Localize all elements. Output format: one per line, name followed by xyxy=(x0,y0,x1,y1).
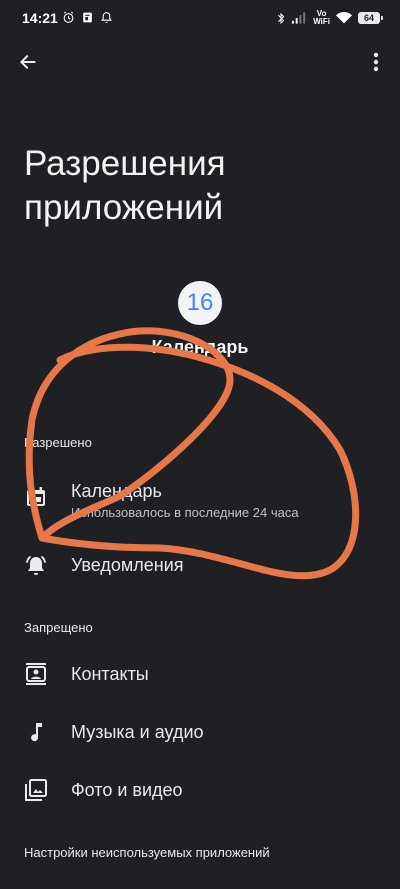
status-bar: 14:21 Vo WiFi 64 xyxy=(0,0,400,38)
permission-item-contacts[interactable]: Контакты xyxy=(0,646,400,702)
signal-icon xyxy=(292,12,306,24)
photos-icon xyxy=(25,779,47,801)
status-notification-icons xyxy=(62,11,113,24)
bell-icon xyxy=(26,556,46,575)
status-system-icons: Vo WiFi 64 xyxy=(276,10,383,26)
music-note-icon xyxy=(31,723,42,742)
calendar-icon xyxy=(27,487,45,506)
battery-indicator: 64 xyxy=(358,12,383,24)
section-header-allowed: Разрешено xyxy=(24,435,92,450)
back-button[interactable] xyxy=(14,48,42,76)
app-notification-icon xyxy=(83,12,92,23)
permission-label: Контакты xyxy=(71,664,149,684)
permission-label: Календарь xyxy=(71,481,162,501)
wifi-icon xyxy=(336,12,352,24)
more-vert-icon xyxy=(373,52,379,72)
permission-subtitle: Использовалось в последние 24 часа xyxy=(71,505,299,520)
permission-item-photos-video[interactable]: Фото и видео xyxy=(0,762,400,818)
vowifi-line2: WiFi xyxy=(313,17,330,26)
status-time: 14:21 xyxy=(22,10,58,26)
bluetooth-icon xyxy=(278,12,285,24)
vowifi-indicator: Vo WiFi xyxy=(313,10,330,26)
arrow-back-icon xyxy=(20,55,36,69)
permission-label: Музыка и аудио xyxy=(71,722,204,742)
section-header-denied: Запрещено xyxy=(24,620,93,635)
alarm-icon xyxy=(63,11,74,23)
contacts-icon xyxy=(26,663,46,685)
permission-label: Фото и видео xyxy=(71,780,183,800)
permission-item-notifications[interactable]: Уведомления xyxy=(0,540,400,596)
permission-item-calendar[interactable]: Календарь Использовалось в последние 24 … xyxy=(0,470,400,526)
page-title: Разрешения приложений xyxy=(24,144,226,227)
calendar-app-icon: 16 xyxy=(178,281,222,325)
app-name: Календарь xyxy=(151,337,249,357)
permission-item-music-audio[interactable]: Музыка и аудио xyxy=(0,704,400,760)
overflow-menu-button[interactable] xyxy=(362,48,390,76)
unused-apps-settings-link[interactable]: Настройки неиспользуемых приложений xyxy=(24,845,270,860)
notification-bell-icon xyxy=(101,12,112,23)
permission-label: Уведомления xyxy=(71,555,184,575)
